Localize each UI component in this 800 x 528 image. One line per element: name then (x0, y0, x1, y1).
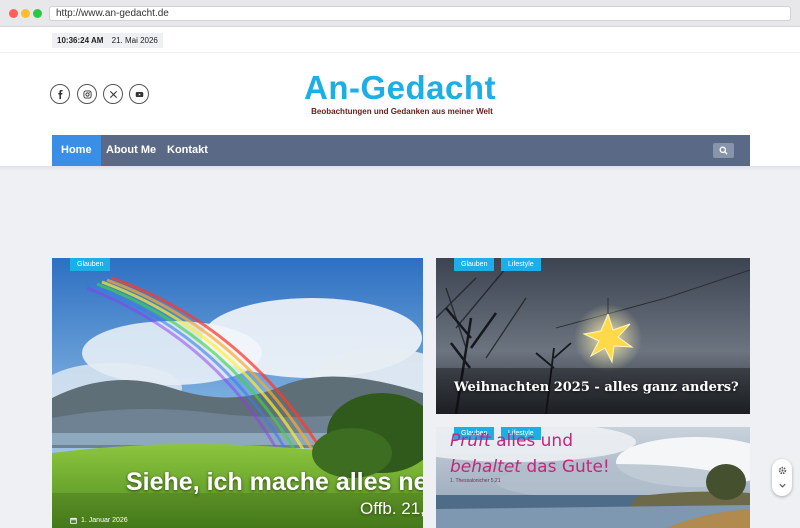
chevron-down-icon (778, 483, 786, 488)
search-icon (719, 146, 728, 155)
top-bar: 10:36:24 AM 21. Mai 2026 (0, 28, 800, 53)
verse-reference: 1. Thessalonicher 5,21 (450, 478, 501, 484)
date-time-box: 10:36:24 AM 21. Mai 2026 (52, 33, 163, 48)
category-badge[interactable]: Glauben (454, 258, 495, 271)
gear-icon (778, 466, 786, 474)
post-card[interactable]: Glauben Lifestyle Prüft alles und behalt… (436, 427, 750, 528)
main-navigation: Home About Me Kontakt (52, 135, 750, 166)
content-area-shadow (0, 166, 800, 171)
site-logo[interactable]: An-Gedacht Beobachtungen und Gedanken au… (0, 69, 800, 116)
featured-post[interactable]: Glauben Siehe, ich mache alles neu Offb.… (52, 258, 423, 528)
featured-post-subtitle: Offb. 21, (360, 499, 423, 518)
calendar-icon (70, 517, 77, 524)
settings-button[interactable] (772, 459, 792, 496)
close-window-button[interactable] (9, 9, 18, 18)
nav-item-kontakt[interactable]: Kontakt (167, 135, 208, 166)
post-title[interactable]: Weihnachten 2025 - alles ganz anders? (454, 380, 739, 395)
address-bar[interactable]: http://www.an-gedacht.de (49, 6, 791, 21)
verse-line-2: behaltet das Gute! (450, 457, 610, 477)
site-header: An-Gedacht Beobachtungen und Gedanken au… (0, 53, 800, 135)
featured-post-date: 1. Januar 2026 (70, 517, 128, 524)
current-date: 21. Mai 2026 (111, 36, 158, 45)
post-date-text: 1. Januar 2026 (81, 517, 128, 524)
featured-post-title[interactable]: Siehe, ich mache alles neu (126, 468, 423, 497)
maximize-window-button[interactable] (33, 9, 42, 18)
post-card[interactable]: Glauben Lifestyle Weihnachten 2025 - all… (436, 258, 750, 414)
minimize-window-button[interactable] (21, 9, 30, 18)
site-tagline: Beobachtungen und Gedanken aus meiner We… (311, 107, 493, 116)
current-time: 10:36:24 AM (57, 36, 104, 45)
browser-toolbar: http://www.an-gedacht.de (0, 0, 800, 27)
nav-item-about-me[interactable]: About Me (106, 135, 156, 166)
category-badge[interactable]: Glauben (70, 258, 111, 271)
search-button[interactable] (713, 143, 734, 158)
category-badge[interactable]: Lifestyle (501, 258, 541, 271)
site-title[interactable]: An-Gedacht (0, 69, 800, 107)
verse-line-1: Prüft alles und (450, 431, 573, 451)
nav-item-home[interactable]: Home (52, 135, 101, 166)
